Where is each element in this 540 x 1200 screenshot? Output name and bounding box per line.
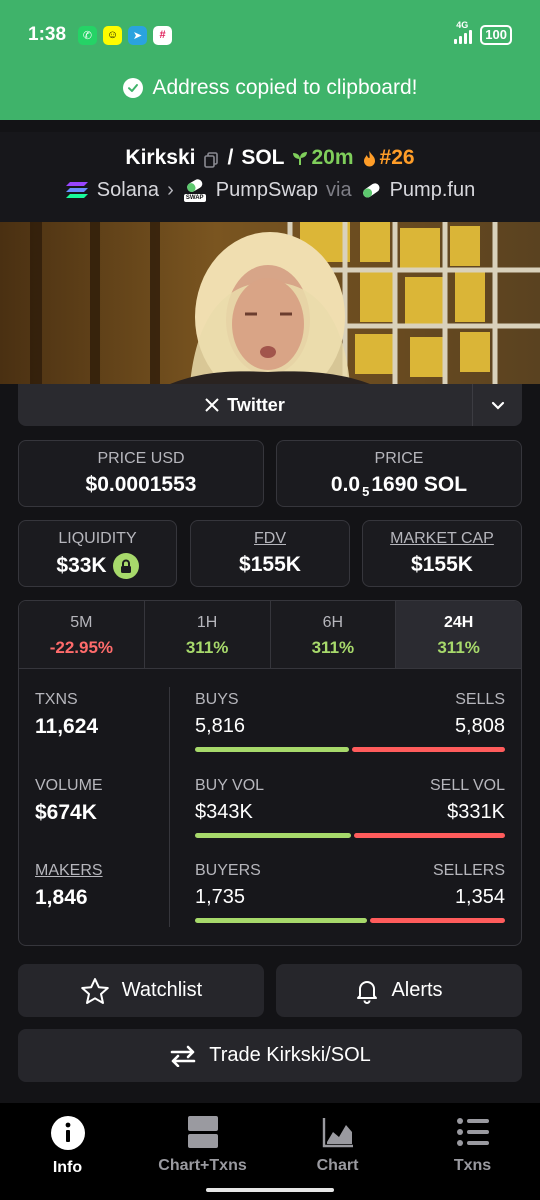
buyers-value: 1,735 <box>195 886 246 908</box>
notification-icons: ✆ ☺ ➤ # <box>78 25 173 45</box>
flame-icon <box>363 150 375 166</box>
pill-icon <box>362 183 380 198</box>
quote-token: SOL <box>241 146 285 169</box>
toast-message: Address copied to clipboard! <box>0 76 540 100</box>
stats-panel: 5M -22.95% 1H 311% 6H 311% 24H 311% TXNS… <box>18 600 522 946</box>
buy-vol-value: $343K <box>195 801 253 823</box>
buyers-sellers-row: BUYERS SELLERS 1,735 1,354 <box>195 862 505 923</box>
snapchat-icon: ☺ <box>103 25 123 45</box>
nav-chart[interactable]: Chart <box>270 1103 405 1200</box>
pair-separator: / <box>227 146 234 169</box>
market-cap-label[interactable]: MARKET CAP <box>363 530 521 548</box>
launchpad-link[interactable]: Pump.fun <box>390 179 476 202</box>
trade-button[interactable]: Trade Kirkski/SOL <box>18 1029 522 1082</box>
status-time: 1:38 <box>28 24 67 45</box>
bell-icon <box>357 980 378 1004</box>
price-native-card: PRICE 0.0 5 1690 SOL <box>276 440 522 507</box>
lock-icon[interactable] <box>112 553 139 579</box>
socials-dropdown-button[interactable] <box>472 384 522 426</box>
chevron-right-icon: › <box>167 178 174 201</box>
price-native-value: 0.0 5 1690 SOL <box>330 473 468 499</box>
fdv-label[interactable]: FDV <box>191 530 349 548</box>
token-name: Kirkski <box>125 146 196 169</box>
info-icon <box>50 1116 85 1150</box>
sells-value: 5,808 <box>454 715 505 737</box>
whatsapp-icon: ✆ <box>78 25 98 45</box>
bottom-nav: Info Chart+Txns Chart Txns <box>0 1103 540 1200</box>
copy-icon[interactable] <box>203 150 219 168</box>
x-logo-icon <box>205 398 219 412</box>
price-usd-card: PRICE USD $0.0001553 <box>18 440 264 507</box>
tab-5m[interactable]: 5M -22.95% <box>19 601 145 668</box>
battery-icon: 100 <box>480 25 512 45</box>
tab-24h[interactable]: 24H 311% <box>396 601 521 668</box>
via-text: via <box>326 178 352 201</box>
price-usd-value: $0.0001553 <box>85 473 197 496</box>
fdv-value: $155K <box>239 553 301 576</box>
pumpswap-icon: SWAP <box>182 178 208 202</box>
sellers-value: 1,354 <box>454 886 505 908</box>
volume-split-bar <box>195 833 505 838</box>
telegram-icon: ➤ <box>128 25 148 45</box>
swap-arrows-icon <box>170 1045 196 1067</box>
buyers-sellers-bar <box>195 918 505 923</box>
split-view-icon <box>187 1116 218 1148</box>
market-cap-card: MARKET CAP $155K <box>362 520 522 587</box>
solana-icon <box>65 182 88 198</box>
market-cap-value: $155K <box>411 553 473 576</box>
timeframe-tabs: 5M -22.95% 1H 311% 6H 311% 24H 311% <box>19 601 521 669</box>
fdv-card: FDV $155K <box>190 520 350 587</box>
volume-metric: VOLUME $674K <box>35 777 103 824</box>
token-banner-image <box>0 222 540 384</box>
tab-1h[interactable]: 1H 311% <box>144 601 271 668</box>
check-circle-icon <box>122 78 143 98</box>
dex-link[interactable]: PumpSwap <box>216 179 318 202</box>
star-icon <box>80 977 109 1004</box>
status-bar: 1:38 ✆ ☺ ➤ # 4G 100 <box>28 20 512 50</box>
price-native-label: PRICE <box>374 450 424 467</box>
chain-link[interactable]: Solana <box>97 179 159 202</box>
socials-bar: Twitter <box>18 384 522 426</box>
makers-metric: MAKERS 1,846 <box>35 862 103 909</box>
toast-banner: 1:38 ✆ ☺ ➤ # 4G 100 Address copied to cl… <box>0 0 540 120</box>
alerts-button[interactable]: Alerts <box>276 964 522 1017</box>
price-usd-label: PRICE USD <box>97 450 185 467</box>
tab-6h[interactable]: 6H 311% <box>270 601 397 668</box>
liquidity-label: LIQUIDITY <box>58 530 137 547</box>
nav-info[interactable]: Info <box>0 1103 135 1200</box>
signal-icon: 4G <box>454 20 473 44</box>
stats-divider <box>169 687 170 927</box>
txns-metric: TXNS 11,624 <box>35 691 99 738</box>
twitter-button[interactable]: Twitter <box>18 384 472 426</box>
liquidity-card: LIQUIDITY $33K <box>18 520 177 587</box>
volume-split-row: BUY VOL SELL VOL $343K $331K <box>195 777 505 838</box>
buys-sells-row: BUYS SELLS 5,816 5,808 <box>195 691 505 752</box>
watchlist-button[interactable]: Watchlist <box>18 964 264 1017</box>
liquidity-value: $33K <box>56 554 107 577</box>
trending-rank: #26 <box>362 146 415 170</box>
sell-vol-value: $331K <box>447 801 505 823</box>
home-indicator[interactable] <box>206 1188 334 1192</box>
twitter-label: Twitter <box>227 394 285 415</box>
chevron-down-icon <box>491 401 504 410</box>
pair-age: 20m <box>292 146 354 170</box>
buys-value: 5,816 <box>195 715 246 737</box>
area-chart-icon <box>322 1118 353 1148</box>
nav-txns[interactable]: Txns <box>405 1103 540 1200</box>
nav-chart-txns[interactable]: Chart+Txns <box>135 1103 270 1200</box>
pair-header: Kirkski / SOL 20m #26 Solana › SWAP Pump… <box>0 132 540 222</box>
list-icon <box>456 1118 489 1146</box>
slack-icon: # <box>153 25 173 45</box>
seedling-icon <box>293 152 308 165</box>
buys-sells-bar <box>195 747 505 752</box>
toast-text: Address copied to clipboard! <box>152 76 418 99</box>
